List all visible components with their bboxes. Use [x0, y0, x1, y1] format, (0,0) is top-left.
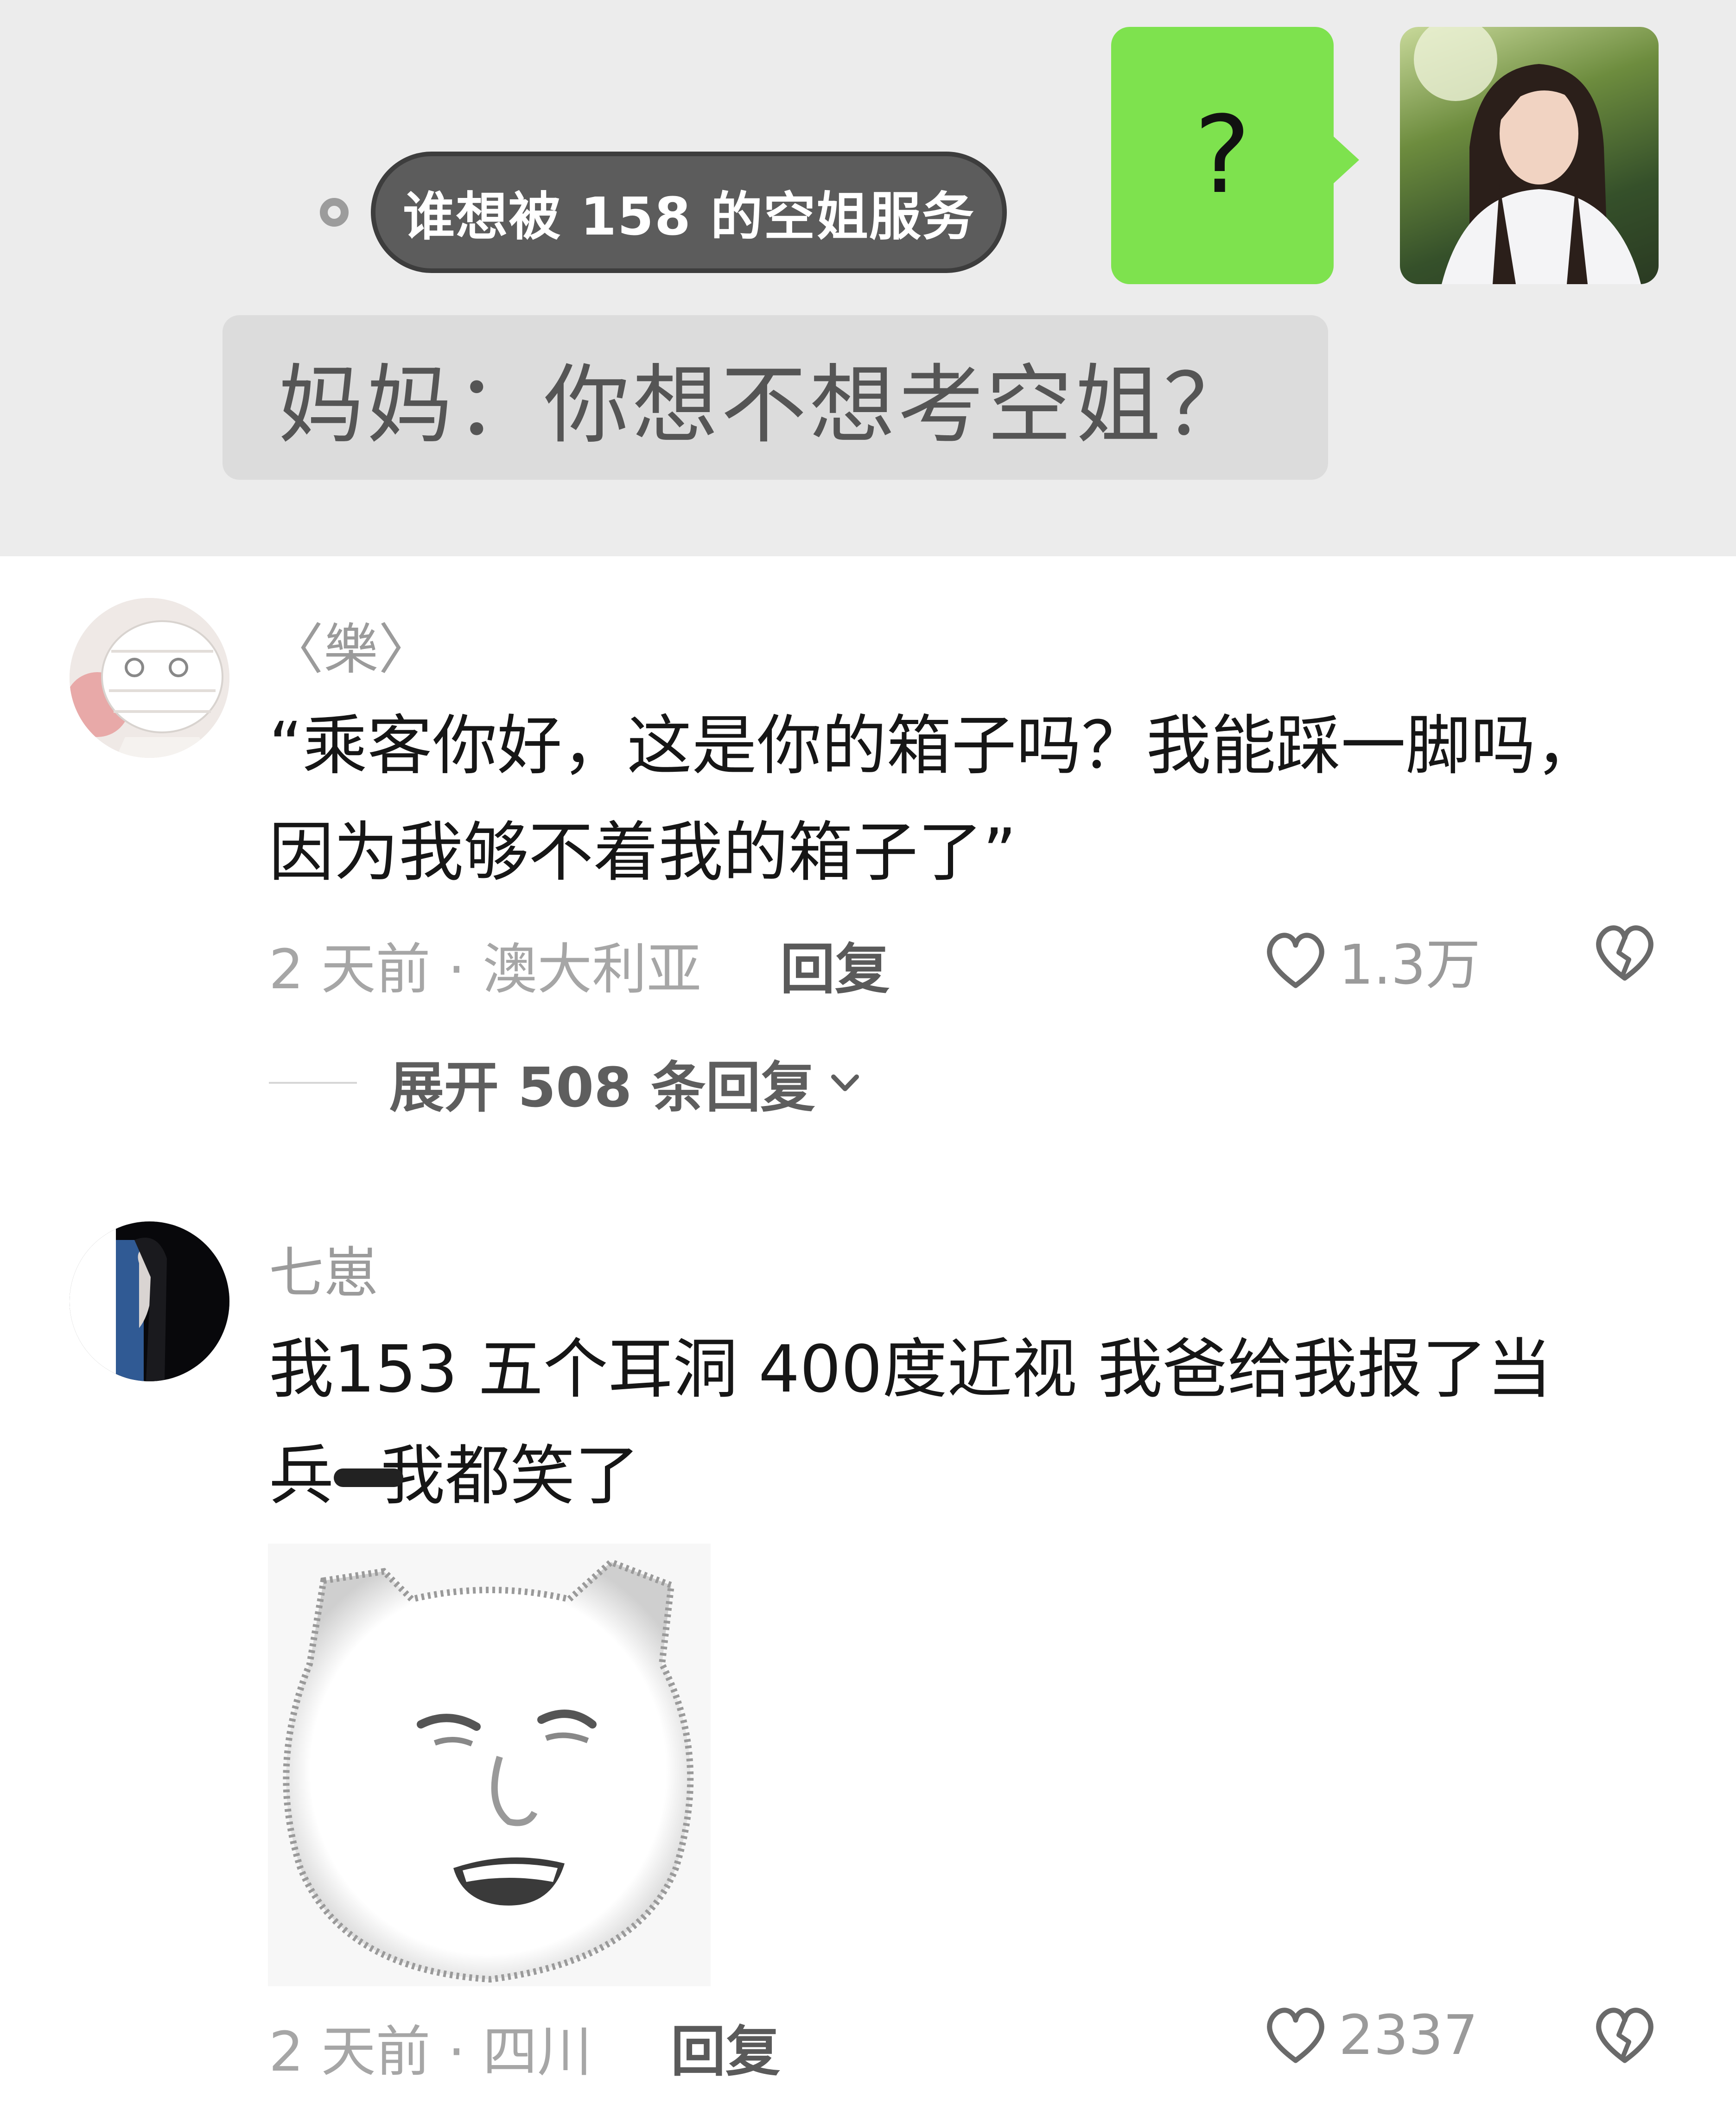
- broken-heart-icon: [1596, 2008, 1653, 2063]
- like-count: 2337: [1339, 2003, 1478, 2067]
- avatar[interactable]: [70, 1221, 229, 1381]
- quote-box: 妈妈：你想不想考空姐？: [223, 315, 1328, 480]
- comment-text-segment: 我都笑了: [380, 1438, 640, 1514]
- like-count: 1.3万: [1339, 933, 1481, 997]
- comment-username[interactable]: 七崽: [269, 1228, 378, 1308]
- like-button[interactable]: 2337: [1261, 2002, 1478, 2067]
- mummy-avatar-image: [70, 598, 229, 758]
- caption-pill: 谁想被 158 的空姐服务: [371, 152, 1007, 273]
- caption-row: 谁想被 158 的空姐服务: [320, 152, 1007, 273]
- comment-time-location: 2 天前 · 四川: [269, 2020, 592, 2084]
- girl-avatar-image: [70, 1221, 229, 1381]
- comment-meta: 2 天前 · 四川 回复: [269, 2007, 780, 2086]
- comment-time-location: 2 天前 · 澳大利亚: [269, 937, 702, 1001]
- expand-divider: [269, 1081, 357, 1084]
- sender-photo: [1414, 27, 1641, 284]
- smirk-face-sticker: [268, 1544, 711, 1986]
- chevron-down-icon: [831, 1074, 859, 1091]
- comment-text-line: 兵我都笑了: [269, 1423, 1613, 1530]
- comment-text-segment: 兵: [269, 1438, 334, 1514]
- comment-text-line: 因为我够不着我的箱子了”: [269, 815, 1017, 890]
- comment-text-line: “乘客你好，这是你的箱子吗？我能踩一脚吗，: [269, 708, 1601, 784]
- comment-text-line: 我153 五个耳洞 400度近视 我爸给我报了当: [269, 1332, 1552, 1407]
- scribble-mark: [334, 1468, 404, 1487]
- dislike-button[interactable]: [1590, 2002, 1660, 2069]
- dislike-button[interactable]: [1590, 920, 1660, 987]
- expand-label: 展开 508 条回复: [389, 1055, 815, 1119]
- sender-avatar: [1400, 27, 1659, 284]
- heart-outline-icon: [1267, 932, 1324, 988]
- sticker-image[interactable]: [268, 1544, 711, 1986]
- like-button[interactable]: 1.3万: [1261, 920, 1481, 999]
- reply-button[interactable]: 回复: [671, 2007, 780, 2086]
- expand-replies[interactable]: 展开 508 条回复: [269, 1043, 866, 1122]
- avatar[interactable]: [70, 598, 229, 758]
- comment-text: “乘客你好，这是你的箱子吗？我能踩一脚吗， 因为我够不着我的箱子了”: [269, 693, 1613, 906]
- message-bubble: ?: [1111, 27, 1334, 284]
- broken-heart-icon: [1596, 925, 1653, 981]
- radio-dot-icon: [320, 198, 349, 227]
- message-bubble-tail: [1331, 134, 1359, 185]
- comment-text: 我153 五个耳洞 400度近视 我爸给我报了当 兵我都笑了: [269, 1316, 1613, 1530]
- chat-screenshot: 谁想被 158 的空姐服务 ? 妈妈：你想不想考空姐？: [0, 0, 1736, 556]
- reply-button[interactable]: 回复: [780, 925, 890, 1004]
- comment-username[interactable]: 〈樂〉: [269, 605, 433, 684]
- comment-meta: 2 天前 · 澳大利亚 回复: [269, 925, 890, 1004]
- heart-outline-icon: [1267, 2008, 1324, 2063]
